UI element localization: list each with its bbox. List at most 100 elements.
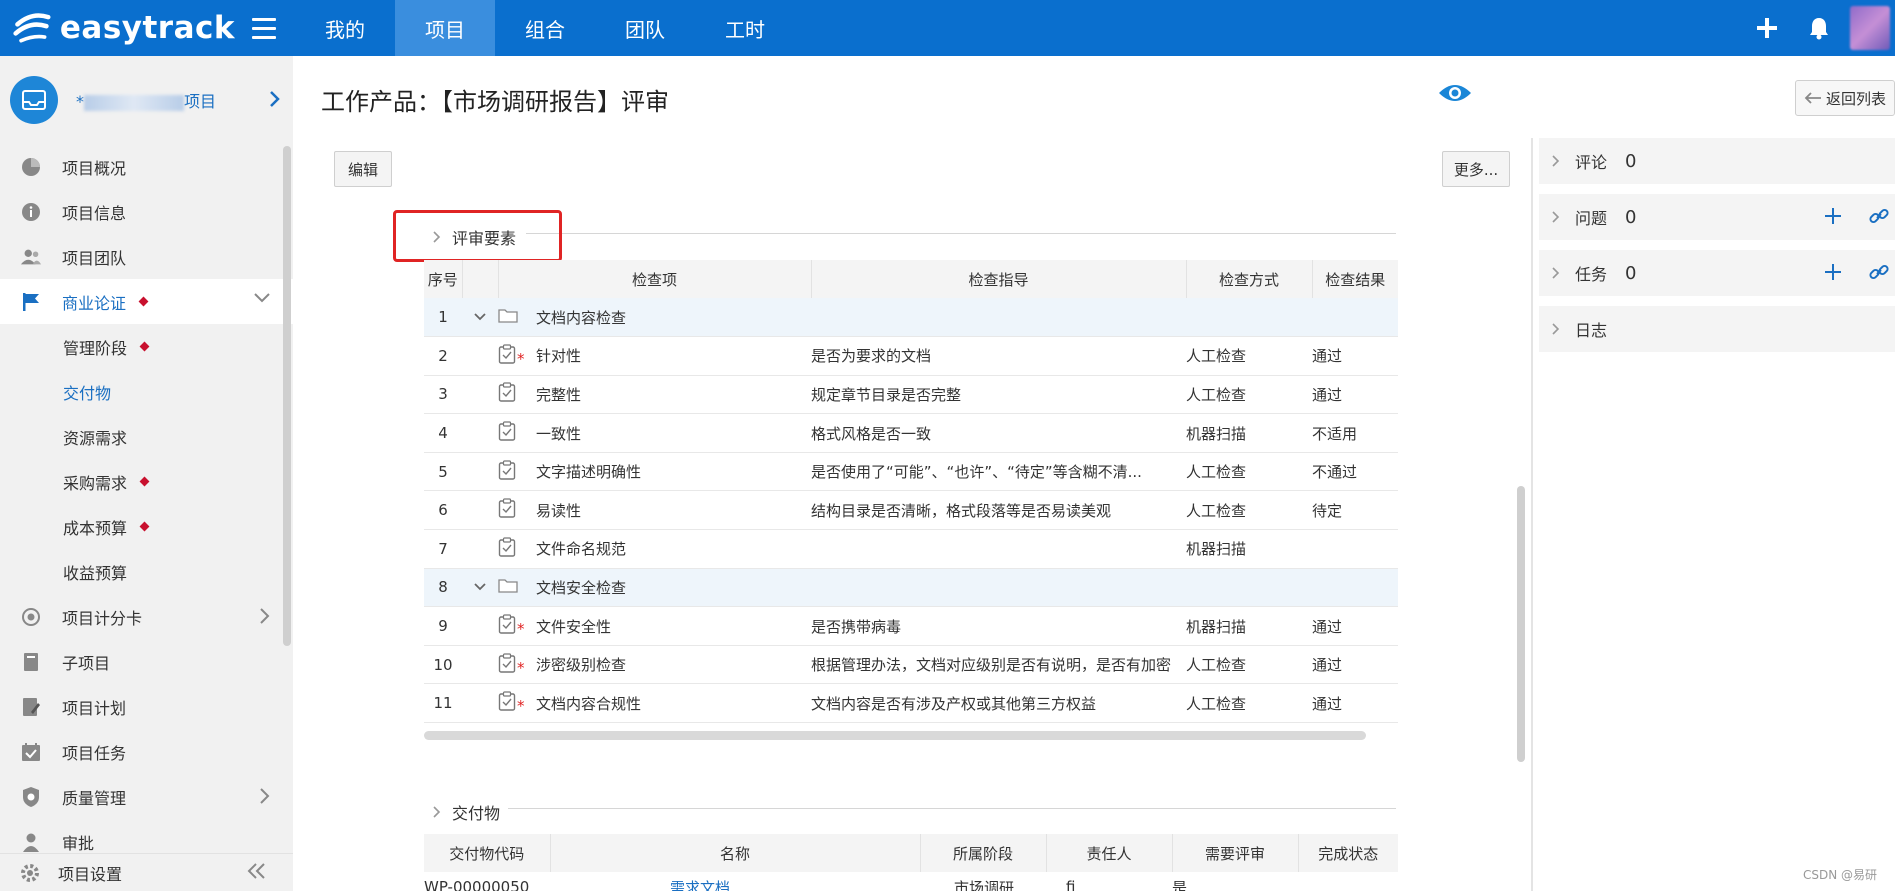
- add-task-plus-icon[interactable]: [1823, 262, 1843, 282]
- row-toggle: [462, 683, 498, 724]
- link-issue-icon[interactable]: [1869, 206, 1889, 226]
- nav-item-mine[interactable]: 我的: [295, 0, 395, 56]
- group-row[interactable]: 1 文档内容检查: [424, 298, 1398, 338]
- notifications-button[interactable]: [1793, 0, 1845, 56]
- chevron-right-icon[interactable]: [259, 607, 271, 625]
- clipboard-check-icon: [498, 653, 516, 673]
- nav-item-team[interactable]: 团队: [595, 0, 695, 56]
- eye-icon[interactable]: [1438, 82, 1472, 104]
- project-header[interactable]: * 项目: [0, 56, 293, 144]
- tasks-panel-row[interactable]: 任务 0: [1539, 250, 1895, 296]
- table-row[interactable]: 4 一致性 格式风格是否一致 机器扫描 不适用: [424, 413, 1398, 453]
- back-to-list-button[interactable]: 返回列表: [1795, 80, 1895, 116]
- menu-toggle-button[interactable]: [235, 0, 293, 56]
- check-method: 人工检查: [1186, 645, 1312, 685]
- sidebar-item-plan[interactable]: 项目计划: [0, 684, 293, 729]
- table-row[interactable]: 5 文字描述明确性 是否使用了“可能”、“也许”、“待定”等含糊不清... 人工检查不…: [424, 452, 1398, 492]
- deliverables-section-title: 交付物: [452, 804, 501, 823]
- chevron-down-icon[interactable]: [473, 312, 487, 322]
- check-item: 文字描述明确性: [536, 452, 811, 492]
- sidebar-item-scorecard[interactable]: 项目计分卡: [0, 594, 293, 639]
- group-row[interactable]: 8 文档安全检查: [424, 568, 1398, 608]
- sidebar-item-business-case[interactable]: 商业论证: [0, 279, 293, 324]
- table-row[interactable]: 10 * 涉密级别检查 根据管理办法，文档对应级别是否有说明，是否有加密 人工检查 通过: [424, 645, 1398, 685]
- review-table-header: 序号 检查项 检查指导 检查方式 检查结果: [424, 260, 1398, 298]
- row-icon: [498, 568, 536, 608]
- table-horizontal-scrollbar[interactable]: [424, 731, 1366, 740]
- table-row[interactable]: 2 * 针对性 是否为要求的文档 人工检查 通过: [424, 336, 1398, 376]
- check-result: 待定: [1312, 490, 1398, 531]
- deliverable-name-link[interactable]: 需求文档: [550, 872, 920, 891]
- check-item: 文档内容合规性: [536, 683, 811, 724]
- sidebar-item-tasks[interactable]: 项目任务: [0, 729, 293, 774]
- add-issue-plus-icon[interactable]: [1823, 206, 1843, 226]
- issues-label: 问题: [1575, 209, 1608, 228]
- sidebar-item-stages[interactable]: 管理阶段: [0, 324, 293, 369]
- table-row[interactable]: 11 * 文档内容合规性 文档内容是否有涉及产权或其他第三方权益 人工检查 通过: [424, 683, 1398, 724]
- check-guide: [811, 529, 1186, 569]
- chevron-down-icon[interactable]: [253, 292, 271, 304]
- chevron-right-icon[interactable]: [269, 90, 281, 108]
- sidebar-item-deliverables[interactable]: 交付物: [0, 369, 293, 414]
- table-row[interactable]: 6 易读性 结构目录是否清晰，格式段落等是否易读美观 人工检查 待定: [424, 490, 1398, 531]
- issues-panel-row[interactable]: 问题 0: [1539, 194, 1895, 240]
- sidebar-scrollbar[interactable]: [283, 146, 291, 646]
- chevron-down-icon[interactable]: [473, 582, 487, 592]
- deliverables-section-toggle[interactable]: 交付物: [432, 800, 500, 824]
- check-method: 机器扫描: [1186, 606, 1312, 646]
- sidebar-item-label: 资源需求: [63, 428, 128, 448]
- deliverable-status: [1298, 872, 1398, 891]
- section-divider: [508, 808, 1396, 809]
- folder-icon: [498, 309, 518, 323]
- nav-item-projects[interactable]: 项目: [395, 0, 495, 56]
- row-toggle[interactable]: [462, 298, 498, 338]
- chevron-right-icon: [1552, 323, 1560, 335]
- sidebar-item-overview[interactable]: 项目概况: [0, 144, 293, 189]
- more-button[interactable]: 更多...: [1442, 151, 1510, 187]
- nav-item-portfolio[interactable]: 组合: [495, 0, 595, 56]
- row-seq: 5: [424, 452, 462, 492]
- row-toggle: [462, 452, 498, 492]
- deliverables-table-header: 交付物代码 名称 所属阶段 责任人 需要评审 完成状态: [424, 834, 1398, 872]
- sidebar-item-benefit-budget[interactable]: 收益预算: [0, 549, 293, 594]
- sidebar-item-subprojects[interactable]: 子项目: [0, 639, 293, 684]
- chevron-right-icon[interactable]: [259, 787, 271, 805]
- project-settings[interactable]: 项目设置: [0, 853, 293, 891]
- sidebar-item-quality[interactable]: 质量管理: [0, 774, 293, 819]
- main-vertical-scrollbar[interactable]: [1517, 486, 1525, 762]
- nav-item-timesheet[interactable]: 工时: [695, 0, 795, 56]
- sidebar-item-info[interactable]: 项目信息: [0, 189, 293, 234]
- check-result: 通过: [1312, 336, 1398, 376]
- double-chevron-left-icon[interactable]: [247, 862, 267, 880]
- user-avatar[interactable]: [1845, 0, 1895, 56]
- deliverable-owner: fi: [1066, 878, 1076, 891]
- col-method: 检查方式: [1186, 260, 1313, 298]
- row-toggle[interactable]: [462, 568, 498, 608]
- highlight-annotation: [393, 210, 562, 262]
- sidebar-item-procurement[interactable]: 采购需求: [0, 459, 293, 504]
- table-row[interactable]: 9 * 文件安全性 是否携带病毒 机器扫描 通过: [424, 606, 1398, 646]
- sidebar-item-cost-budget[interactable]: 成本预算: [0, 504, 293, 549]
- edit-button[interactable]: 编辑: [334, 151, 392, 187]
- row-seq: 11: [424, 683, 462, 724]
- col-owner: 责任人: [1046, 834, 1173, 872]
- table-row[interactable]: 7 文件命名规范 机器扫描: [424, 529, 1398, 569]
- link-task-icon[interactable]: [1869, 262, 1889, 282]
- comments-panel-row[interactable]: 评论 0: [1539, 138, 1895, 184]
- table-row[interactable]: 3 完整性 规定章节目录是否完整 人工检查 通过: [424, 375, 1398, 415]
- flag-icon: [23, 292, 39, 311]
- arrow-left-icon: [1804, 92, 1821, 104]
- add-button[interactable]: [1741, 0, 1793, 56]
- log-panel-row[interactable]: 日志: [1539, 306, 1895, 352]
- plan-icon: [23, 697, 40, 716]
- col-needs-review: 需要评审: [1172, 834, 1299, 872]
- sidebar-item-resources[interactable]: 资源需求: [0, 414, 293, 459]
- col-result: 检查结果: [1312, 260, 1398, 298]
- check-guide: 结构目录是否清晰，格式段落等是否易读美观: [811, 490, 1186, 531]
- table-row[interactable]: WP-00000050 需求文档 市场调研 fi 是: [424, 872, 1398, 891]
- row-icon: [498, 413, 536, 453]
- sidebar-item-team[interactable]: 项目团队: [0, 234, 293, 279]
- col-item: 检查项: [498, 260, 812, 298]
- logo[interactable]: easytrack: [0, 0, 235, 56]
- clipboard-check-icon: [498, 382, 516, 403]
